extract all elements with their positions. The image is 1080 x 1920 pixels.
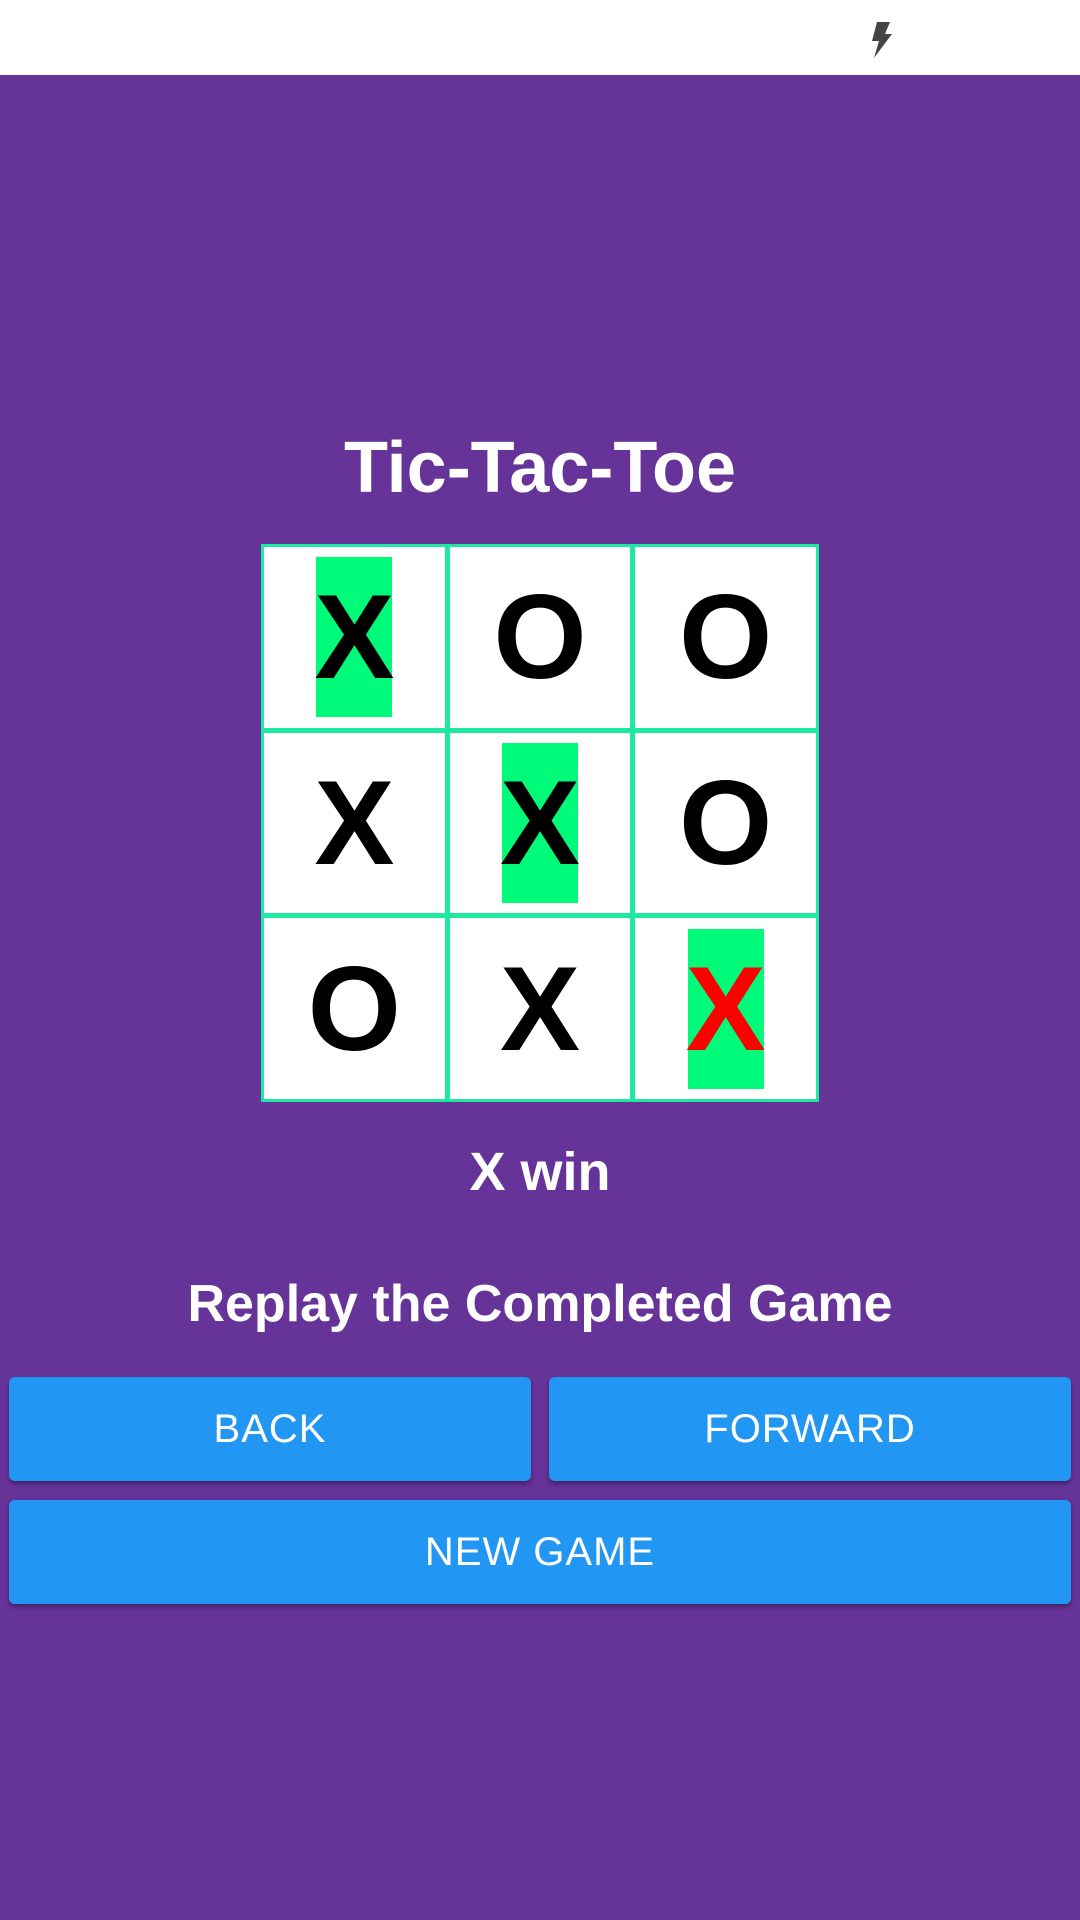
cell-mark: O <box>307 941 401 1076</box>
new-game-button[interactable]: NEW GAME <box>9 1500 1071 1604</box>
game-result: X win <box>469 1142 611 1202</box>
back-button[interactable]: BACK <box>9 1377 531 1481</box>
board-cell-6[interactable]: O <box>635 732 816 914</box>
cell-mark: O <box>678 755 773 890</box>
board-cell-9[interactable]: X <box>635 918 816 1099</box>
board-cell-1[interactable]: X <box>264 547 445 728</box>
page-title: Tic-Tac-Toe <box>343 428 737 508</box>
board-cell-3[interactable]: O <box>635 547 816 728</box>
cell-mark: X <box>314 755 395 890</box>
board-cell-8[interactable]: X <box>449 918 631 1099</box>
cell-mark: X <box>314 557 394 718</box>
replay-title: Replay the Completed Game <box>187 1275 893 1333</box>
cell-mark: X <box>500 742 580 903</box>
forward-button[interactable]: FORWARD <box>549 1377 1071 1481</box>
board-cell-2[interactable]: O <box>449 547 631 728</box>
status-bar <box>0 0 1080 75</box>
cell-mark: O <box>678 570 773 705</box>
cell-mark: X <box>499 941 581 1076</box>
board-cell-7[interactable]: O <box>264 918 445 1099</box>
board-cell-5[interactable]: X <box>449 732 631 914</box>
cell-mark: X <box>686 928 766 1089</box>
cell-mark: O <box>493 570 587 705</box>
board-cell-4[interactable]: X <box>264 732 445 914</box>
game-board: X O O X X O O X X <box>261 544 819 1102</box>
lightning-bolt-icon <box>872 22 892 58</box>
